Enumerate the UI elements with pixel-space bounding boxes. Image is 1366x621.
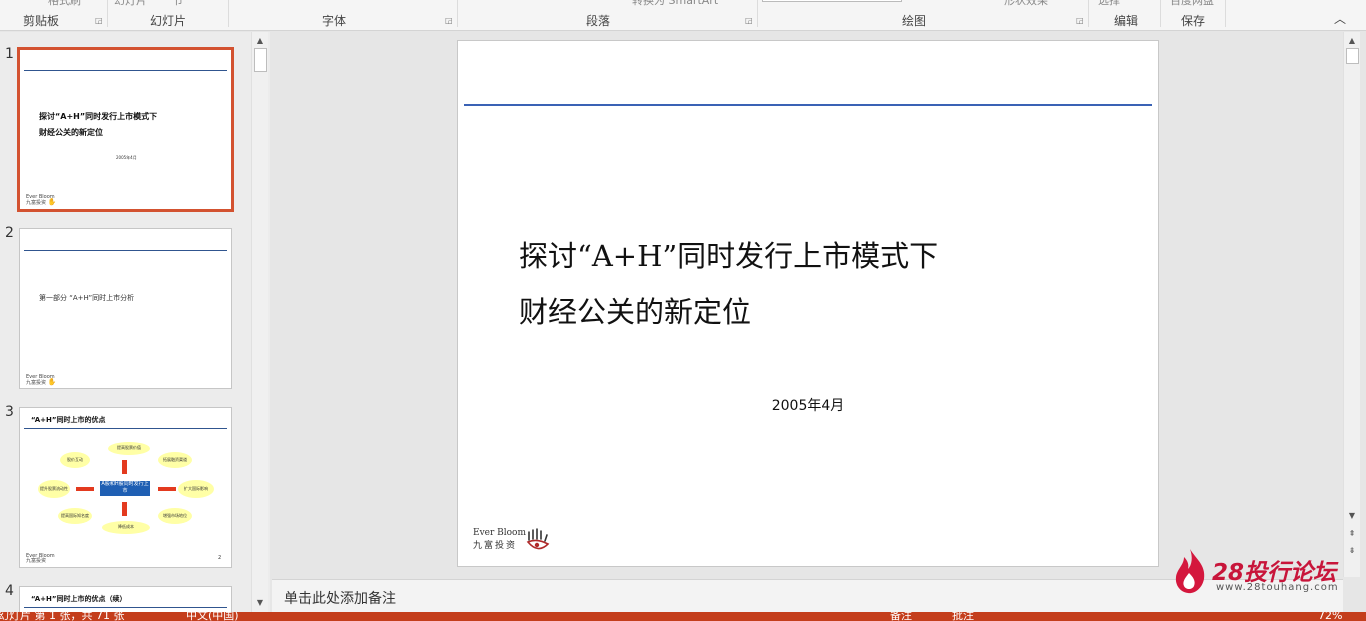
- title-rule: [464, 104, 1152, 106]
- flame-logo-icon: [1175, 549, 1205, 594]
- thumbnails-scrollbar[interactable]: ▲ ▼: [251, 32, 268, 612]
- thumbnail-page-number: 2: [218, 555, 222, 561]
- group-separator: [1225, 0, 1226, 27]
- diagram-center-box: A股和H股同时发行上市: [100, 481, 150, 496]
- thumbnail-number: 3: [5, 404, 14, 420]
- group-separator: [1088, 0, 1089, 27]
- thumbnail-text: 第一部分 “A+H”同时上市分析: [39, 294, 135, 302]
- mini-logo: Ever Bloom 九富投资 ✋: [26, 194, 57, 206]
- slide-thumbnail-4[interactable]: “A+H”同时上市的优点（续）: [19, 586, 232, 612]
- slide-editor: 探讨“A+H”同时发行上市模式下 财经公关的新定位 2005年4月 Ever B…: [272, 32, 1343, 577]
- diagram-bubble: 提高股票价值: [108, 442, 150, 455]
- group-clipboard-label: 剪贴板: [23, 14, 60, 28]
- status-bar: 幻灯片 第 1 张，共 71 张 中文(中国) 备注 批注 72%: [0, 612, 1366, 621]
- group-editing-label: 编辑: [1114, 14, 1139, 28]
- slide-title-line2[interactable]: 财经公关的新定位: [519, 289, 751, 331]
- slide-thumbnail-2[interactable]: 第一部分 “A+H”同时上市分析 Ever Bloom 九富投资 ✋: [19, 228, 232, 389]
- diagram-arrow-right: [158, 487, 176, 491]
- select-button[interactable]: 选择: [1098, 0, 1120, 8]
- slide-thumbnail-1[interactable]: 探讨“A+H”同时发行上市模式下 财经公关的新定位 2005年4月 Ever B…: [17, 47, 234, 212]
- slide-title-line1[interactable]: 探讨“A+H”同时发行上市模式下: [519, 233, 938, 275]
- group-separator: [228, 0, 229, 27]
- thumbnail-number: 2: [5, 225, 14, 241]
- title-rule: [24, 428, 227, 429]
- hand-logo-icon: ✋: [47, 378, 57, 386]
- drawing-launcher-icon[interactable]: ◲: [1076, 17, 1084, 25]
- group-font-label: 字体: [322, 14, 347, 28]
- scroll-down-icon[interactable]: ▼: [1344, 509, 1360, 523]
- powerpoint-window: 格式刷 幻灯片 节 转换为 SmartArt 形状效果 选择 百度网盘 剪贴板 …: [0, 0, 1366, 621]
- thumbnail-number: 4: [5, 583, 14, 599]
- thumbnail-title: “A+H”同时上市的优点: [31, 416, 106, 424]
- diagram-bubble: 扩大国际影响: [178, 480, 214, 498]
- slide-count-status: 幻灯片 第 1 张，共 71 张: [0, 612, 125, 621]
- diagram-bubble: 降低成本: [102, 521, 150, 534]
- current-slide[interactable]: 探讨“A+H”同时发行上市模式下 财经公关的新定位 2005年4月 Ever B…: [457, 40, 1159, 567]
- collapse-ribbon-icon[interactable]: ︿: [1332, 12, 1348, 26]
- mini-logo: Ever Bloom 九富投资: [26, 553, 55, 564]
- title-rule: [24, 250, 227, 251]
- scrollbar-thumb[interactable]: [254, 48, 267, 72]
- group-slides-label: 幻灯片: [150, 14, 187, 28]
- group-separator: [457, 0, 458, 27]
- shape-effects-button[interactable]: 形状效果: [1004, 0, 1048, 8]
- company-logo: Ever Bloom 九富投资: [473, 528, 553, 558]
- title-rule: [24, 70, 227, 71]
- diagram-arrow-down: [122, 502, 127, 516]
- language-status[interactable]: 中文(中国): [186, 612, 239, 621]
- baidu-disk-button[interactable]: 百度网盘: [1170, 0, 1214, 8]
- title-rule: [24, 607, 227, 608]
- paragraph-launcher-icon[interactable]: ◲: [745, 17, 753, 25]
- hand-logo-icon: [526, 528, 550, 550]
- scroll-up-icon[interactable]: ▲: [252, 34, 268, 48]
- scroll-up-icon[interactable]: ▲: [1344, 34, 1360, 48]
- ribbon: 格式刷 幻灯片 节 转换为 SmartArt 形状效果 选择 百度网盘 剪贴板 …: [0, 0, 1366, 31]
- slide-thumbnail-3[interactable]: “A+H”同时上市的优点 提高股票价值 股价互动 拓展融资渠道 提升股票流动性 …: [19, 407, 232, 568]
- comments-toggle-button[interactable]: 批注: [952, 612, 974, 621]
- thumbnail-date: 2005年4月: [116, 155, 137, 160]
- diagram-bubble: 拓展融资渠道: [158, 452, 192, 468]
- watermark-url: www.28touhang.com: [1216, 582, 1339, 593]
- font-launcher-icon[interactable]: ◲: [445, 17, 453, 25]
- group-separator: [1160, 0, 1161, 27]
- notes-placeholder[interactable]: 单击此处添加备注: [284, 588, 396, 608]
- diagram-arrow-left: [76, 487, 94, 491]
- thumbnail-title-line1: 探讨“A+H”同时发行上市模式下: [39, 112, 158, 121]
- new-slide-button[interactable]: 幻灯片: [114, 0, 147, 8]
- thumbnail-title-line2: 财经公关的新定位: [39, 128, 103, 137]
- group-drawing-label: 绘图: [902, 14, 927, 28]
- editor-scrollbar[interactable]: ▲ ▼ ⇞ ⇟: [1343, 32, 1360, 577]
- previous-slide-icon[interactable]: ⇞: [1344, 527, 1360, 541]
- thumbnail-number: 1: [5, 46, 14, 62]
- diagram-arrow-up: [122, 460, 127, 474]
- clipboard-launcher-icon[interactable]: ◲: [95, 17, 103, 25]
- hand-logo-icon: ✋: [47, 198, 57, 206]
- diagram-bubble: 增强市场地位: [158, 508, 192, 524]
- section-button[interactable]: 节: [172, 0, 183, 8]
- diagram-bubble: 提升股票流动性: [38, 480, 70, 498]
- format-painter-button[interactable]: 格式刷: [48, 0, 81, 8]
- diagram-bubble: 股价互动: [60, 452, 90, 468]
- slide-thumbnails-pane: 1 探讨“A+H”同时发行上市模式下 财经公关的新定位 2005年4月 Ever…: [0, 32, 270, 612]
- scroll-down-icon[interactable]: ▼: [252, 596, 268, 610]
- group-separator: [107, 0, 108, 27]
- group-separator: [757, 0, 758, 27]
- diagram-bubble: 提高国际知名度: [58, 508, 92, 524]
- forum-watermark: 28投行论坛 www.28touhang.com: [1168, 545, 1348, 600]
- slide-date[interactable]: 2005年4月: [458, 395, 1158, 415]
- group-save-label: 保存: [1181, 14, 1206, 28]
- scrollbar-thumb[interactable]: [1346, 48, 1359, 64]
- zoom-level[interactable]: 72%: [1318, 612, 1342, 621]
- smartart-button[interactable]: 转换为 SmartArt: [632, 0, 718, 8]
- shape-styles-gallery[interactable]: [762, 0, 902, 2]
- notes-toggle-button[interactable]: 备注: [890, 612, 912, 621]
- group-paragraph-label: 段落: [586, 14, 611, 28]
- mini-logo: Ever Bloom 九富投资 ✋: [26, 374, 57, 386]
- thumbnail-title: “A+H”同时上市的优点（续）: [31, 595, 127, 603]
